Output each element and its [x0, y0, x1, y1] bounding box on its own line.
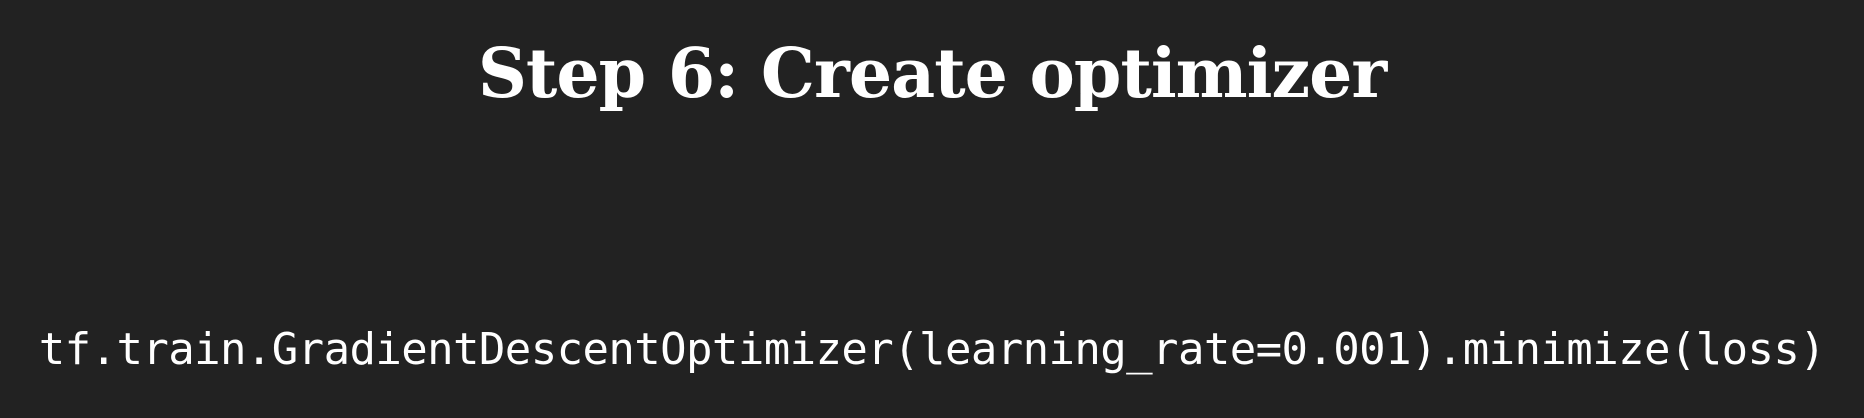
- code-snippet: tf.train.GradientDescentOptimizer(learni…: [38, 324, 1826, 375]
- slide-title: Step 6: Create optimizer: [477, 34, 1387, 114]
